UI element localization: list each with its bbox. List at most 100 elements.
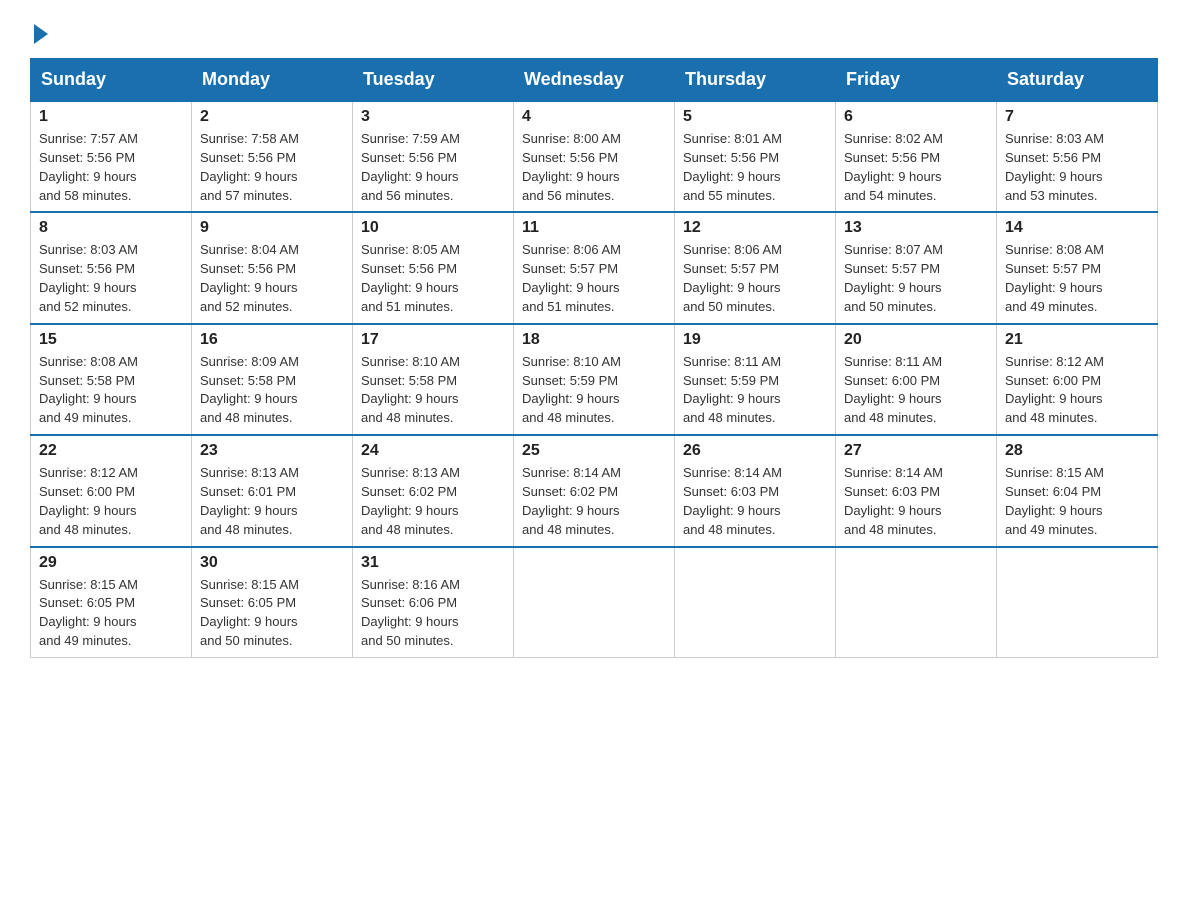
calendar-day-cell: 8 Sunrise: 8:03 AMSunset: 5:56 PMDaylight… bbox=[31, 212, 192, 323]
calendar-day-cell bbox=[997, 547, 1158, 658]
day-number: 17 bbox=[361, 331, 505, 349]
day-info: Sunrise: 8:01 AMSunset: 5:56 PMDaylight:… bbox=[683, 130, 827, 205]
weekday-header-friday: Friday bbox=[836, 59, 997, 102]
calendar-day-cell: 15Sunrise: 8:08 AMSunset: 5:58 PMDayligh… bbox=[31, 324, 192, 435]
calendar-day-cell: 27 Sunrise: 8:14 AMSunset: 6:03 PMDayligh… bbox=[836, 435, 997, 546]
calendar-day-cell: 23 Sunrise: 8:13 AMSunset: 6:01 PMDayligh… bbox=[192, 435, 353, 546]
calendar-day-cell: 7 Sunrise: 8:03 AMSunset: 5:56 PMDaylight… bbox=[997, 101, 1158, 212]
calendar-day-cell bbox=[514, 547, 675, 658]
day-info: Sunrise: 8:14 AMSunset: 6:03 PMDaylight:… bbox=[844, 464, 988, 539]
day-number: 11 bbox=[522, 219, 666, 237]
weekday-header-saturday: Saturday bbox=[997, 59, 1158, 102]
weekday-header-sunday: Sunday bbox=[31, 59, 192, 102]
day-number: 13 bbox=[844, 219, 988, 237]
day-number: 1 bbox=[39, 108, 183, 126]
day-number: 31 bbox=[361, 554, 505, 572]
day-number: 23 bbox=[200, 442, 344, 460]
day-number: 3 bbox=[361, 108, 505, 126]
day-number: 10 bbox=[361, 219, 505, 237]
day-number: 5 bbox=[683, 108, 827, 126]
day-info: Sunrise: 8:11 AMSunset: 6:00 PMDaylight:… bbox=[844, 353, 988, 428]
day-info: Sunrise: 8:10 AMSunset: 5:59 PMDaylight:… bbox=[522, 353, 666, 428]
calendar-day-cell: 18 Sunrise: 8:10 AMSunset: 5:59 PMDayligh… bbox=[514, 324, 675, 435]
day-info: Sunrise: 8:10 AMSunset: 5:58 PMDaylight:… bbox=[361, 353, 505, 428]
calendar-day-cell: 26Sunrise: 8:14 AMSunset: 6:03 PMDayligh… bbox=[675, 435, 836, 546]
day-info: Sunrise: 8:12 AMSunset: 6:00 PMDaylight:… bbox=[39, 464, 183, 539]
day-info: Sunrise: 8:15 AMSunset: 6:05 PMDaylight:… bbox=[39, 576, 183, 651]
day-info: Sunrise: 8:06 AMSunset: 5:57 PMDaylight:… bbox=[522, 241, 666, 316]
calendar-day-cell: 20 Sunrise: 8:11 AMSunset: 6:00 PMDayligh… bbox=[836, 324, 997, 435]
calendar-day-cell: 5 Sunrise: 8:01 AMSunset: 5:56 PMDaylight… bbox=[675, 101, 836, 212]
calendar-day-cell: 13Sunrise: 8:07 AMSunset: 5:57 PMDayligh… bbox=[836, 212, 997, 323]
weekday-header-thursday: Thursday bbox=[675, 59, 836, 102]
day-number: 25 bbox=[522, 442, 666, 460]
day-info: Sunrise: 8:13 AMSunset: 6:02 PMDaylight:… bbox=[361, 464, 505, 539]
calendar-day-cell: 4 Sunrise: 8:00 AMSunset: 5:56 PMDaylight… bbox=[514, 101, 675, 212]
day-info: Sunrise: 8:13 AMSunset: 6:01 PMDaylight:… bbox=[200, 464, 344, 539]
day-info: Sunrise: 8:03 AMSunset: 5:56 PMDaylight:… bbox=[39, 241, 183, 316]
day-info: Sunrise: 8:03 AMSunset: 5:56 PMDaylight:… bbox=[1005, 130, 1149, 205]
day-info: Sunrise: 8:06 AMSunset: 5:57 PMDaylight:… bbox=[683, 241, 827, 316]
calendar-day-cell: 17 Sunrise: 8:10 AMSunset: 5:58 PMDayligh… bbox=[353, 324, 514, 435]
calendar-day-cell: 14Sunrise: 8:08 AMSunset: 5:57 PMDayligh… bbox=[997, 212, 1158, 323]
day-number: 24 bbox=[361, 442, 505, 460]
calendar-week-row: 1 Sunrise: 7:57 AMSunset: 5:56 PMDaylight… bbox=[31, 101, 1158, 212]
calendar-day-cell: 12Sunrise: 8:06 AMSunset: 5:57 PMDayligh… bbox=[675, 212, 836, 323]
page-header bbox=[30, 20, 1158, 38]
day-number: 22 bbox=[39, 442, 183, 460]
day-number: 8 bbox=[39, 219, 183, 237]
calendar-week-row: 15Sunrise: 8:08 AMSunset: 5:58 PMDayligh… bbox=[31, 324, 1158, 435]
calendar-day-cell: 19 Sunrise: 8:11 AMSunset: 5:59 PMDayligh… bbox=[675, 324, 836, 435]
day-number: 28 bbox=[1005, 442, 1149, 460]
weekday-header-tuesday: Tuesday bbox=[353, 59, 514, 102]
day-number: 20 bbox=[844, 331, 988, 349]
day-info: Sunrise: 8:00 AMSunset: 5:56 PMDaylight:… bbox=[522, 130, 666, 205]
logo bbox=[30, 20, 48, 38]
day-number: 30 bbox=[200, 554, 344, 572]
day-info: Sunrise: 8:09 AMSunset: 5:58 PMDaylight:… bbox=[200, 353, 344, 428]
day-number: 19 bbox=[683, 331, 827, 349]
weekday-header-wednesday: Wednesday bbox=[514, 59, 675, 102]
day-info: Sunrise: 7:59 AMSunset: 5:56 PMDaylight:… bbox=[361, 130, 505, 205]
calendar-day-cell: 9 Sunrise: 8:04 AMSunset: 5:56 PMDaylight… bbox=[192, 212, 353, 323]
day-number: 18 bbox=[522, 331, 666, 349]
day-info: Sunrise: 8:02 AMSunset: 5:56 PMDaylight:… bbox=[844, 130, 988, 205]
calendar-day-cell: 29Sunrise: 8:15 AMSunset: 6:05 PMDayligh… bbox=[31, 547, 192, 658]
logo-arrow-icon bbox=[34, 24, 48, 44]
day-info: Sunrise: 8:15 AMSunset: 6:05 PMDaylight:… bbox=[200, 576, 344, 651]
calendar-week-row: 29Sunrise: 8:15 AMSunset: 6:05 PMDayligh… bbox=[31, 547, 1158, 658]
day-info: Sunrise: 7:57 AMSunset: 5:56 PMDaylight:… bbox=[39, 130, 183, 205]
calendar-week-row: 22 Sunrise: 8:12 AMSunset: 6:00 PMDayligh… bbox=[31, 435, 1158, 546]
calendar-day-cell: 11 Sunrise: 8:06 AMSunset: 5:57 PMDayligh… bbox=[514, 212, 675, 323]
day-number: 16 bbox=[200, 331, 344, 349]
weekday-header-monday: Monday bbox=[192, 59, 353, 102]
day-info: Sunrise: 8:05 AMSunset: 5:56 PMDaylight:… bbox=[361, 241, 505, 316]
calendar-day-cell: 28 Sunrise: 8:15 AMSunset: 6:04 PMDayligh… bbox=[997, 435, 1158, 546]
calendar-day-cell: 3 Sunrise: 7:59 AMSunset: 5:56 PMDaylight… bbox=[353, 101, 514, 212]
day-number: 4 bbox=[522, 108, 666, 126]
day-info: Sunrise: 8:15 AMSunset: 6:04 PMDaylight:… bbox=[1005, 464, 1149, 539]
calendar-day-cell: 16 Sunrise: 8:09 AMSunset: 5:58 PMDayligh… bbox=[192, 324, 353, 435]
day-info: Sunrise: 8:11 AMSunset: 5:59 PMDaylight:… bbox=[683, 353, 827, 428]
calendar-day-cell: 10 Sunrise: 8:05 AMSunset: 5:56 PMDayligh… bbox=[353, 212, 514, 323]
calendar-day-cell: 31 Sunrise: 8:16 AMSunset: 6:06 PMDayligh… bbox=[353, 547, 514, 658]
day-info: Sunrise: 8:12 AMSunset: 6:00 PMDaylight:… bbox=[1005, 353, 1149, 428]
day-number: 21 bbox=[1005, 331, 1149, 349]
day-number: 7 bbox=[1005, 108, 1149, 126]
calendar-day-cell: 22 Sunrise: 8:12 AMSunset: 6:00 PMDayligh… bbox=[31, 435, 192, 546]
day-info: Sunrise: 8:04 AMSunset: 5:56 PMDaylight:… bbox=[200, 241, 344, 316]
calendar-day-cell: 1 Sunrise: 7:57 AMSunset: 5:56 PMDaylight… bbox=[31, 101, 192, 212]
calendar-table: SundayMondayTuesdayWednesdayThursdayFrid… bbox=[30, 58, 1158, 658]
day-number: 27 bbox=[844, 442, 988, 460]
weekday-header-row: SundayMondayTuesdayWednesdayThursdayFrid… bbox=[31, 59, 1158, 102]
day-info: Sunrise: 8:08 AMSunset: 5:58 PMDaylight:… bbox=[39, 353, 183, 428]
calendar-week-row: 8 Sunrise: 8:03 AMSunset: 5:56 PMDaylight… bbox=[31, 212, 1158, 323]
day-info: Sunrise: 8:16 AMSunset: 6:06 PMDaylight:… bbox=[361, 576, 505, 651]
day-number: 9 bbox=[200, 219, 344, 237]
calendar-day-cell: 24 Sunrise: 8:13 AMSunset: 6:02 PMDayligh… bbox=[353, 435, 514, 546]
day-number: 26 bbox=[683, 442, 827, 460]
calendar-day-cell bbox=[836, 547, 997, 658]
calendar-day-cell bbox=[675, 547, 836, 658]
day-number: 14 bbox=[1005, 219, 1149, 237]
day-info: Sunrise: 7:58 AMSunset: 5:56 PMDaylight:… bbox=[200, 130, 344, 205]
